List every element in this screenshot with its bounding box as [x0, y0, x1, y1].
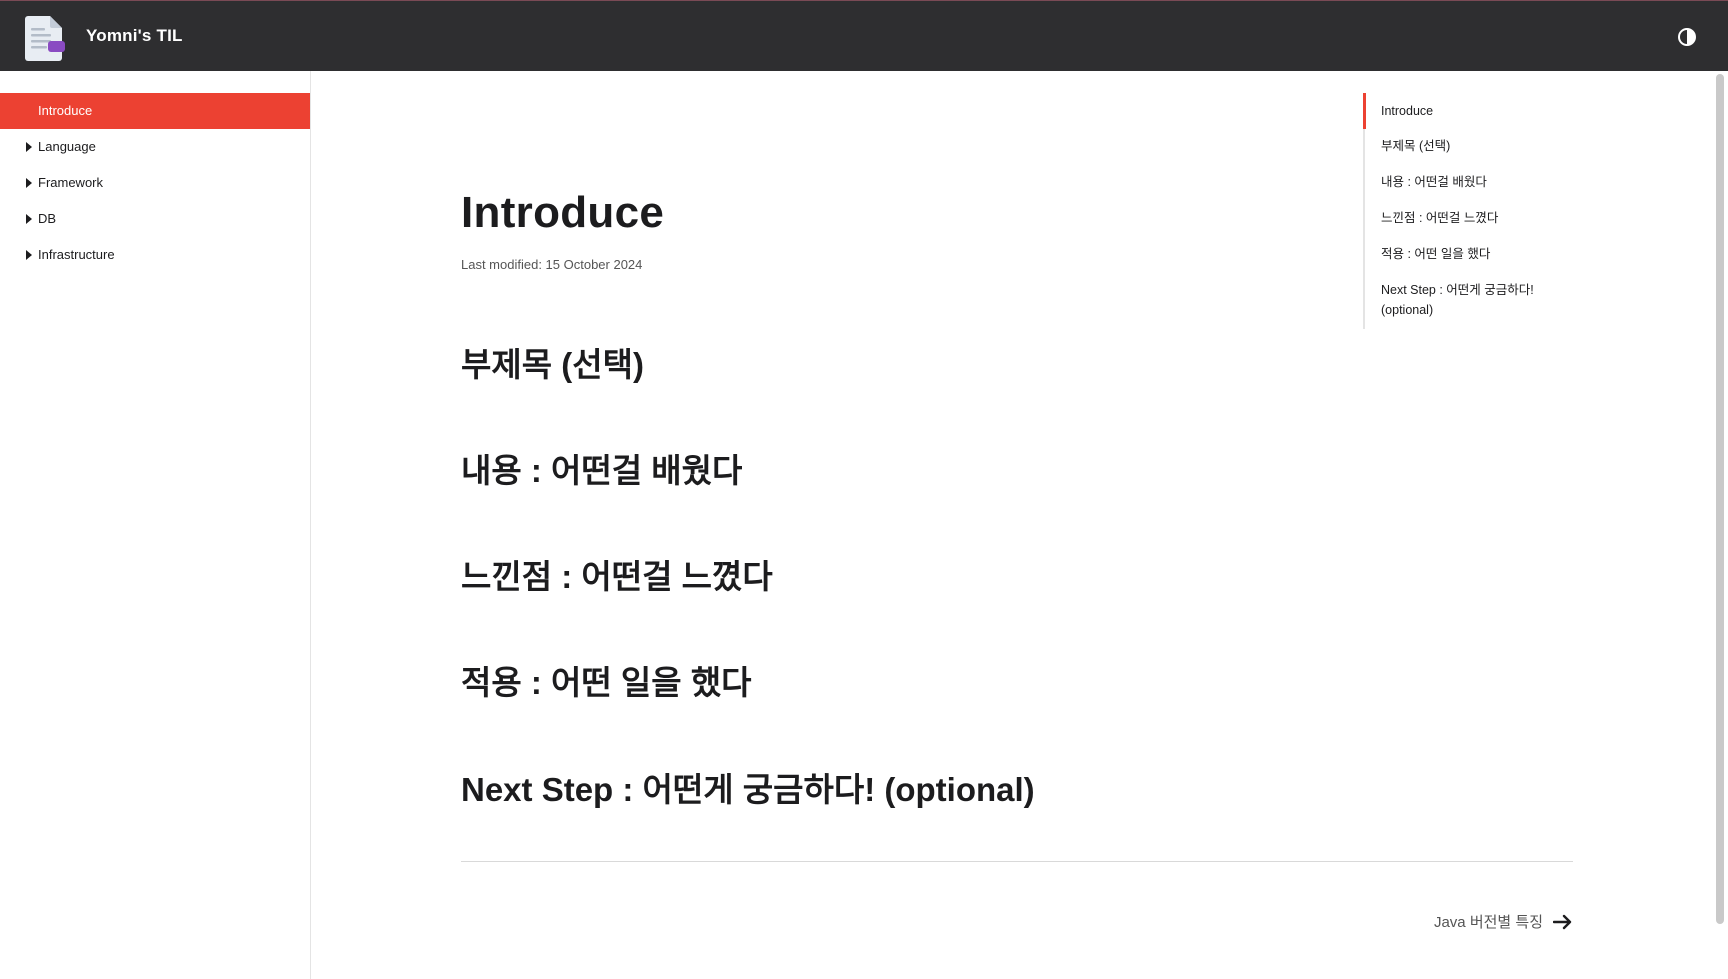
section-heading: 적용 : 어떤 일을 했다 [461, 664, 752, 701]
arrow-right-icon [1553, 914, 1572, 929]
section-heading: 내용 : 어떤걸 배웠다 [461, 452, 743, 489]
caret-right-icon [26, 142, 32, 152]
sidebar-item-label: Introduce [38, 103, 93, 118]
sidebar-item-infrastructure[interactable]: Infrastructure [0, 237, 310, 273]
toc-item[interactable]: Introduce [1381, 101, 1565, 121]
sidebar: Introduce Language Framework DB Infrastr… [0, 71, 311, 979]
page-title: Introduce [461, 188, 665, 237]
contrast-icon[interactable] [1676, 26, 1698, 48]
last-modified: Last modified: 15 October 2024 [461, 257, 643, 272]
caret-right-icon [26, 214, 32, 224]
toc-item[interactable]: Next Step : 어떤게 궁금하다! (optional) [1381, 280, 1565, 320]
toc-item[interactable]: 적용 : 어떤 일을 했다 [1381, 244, 1565, 264]
toc-item[interactable]: 부제목 (선택) [1381, 136, 1565, 156]
toc-active-indicator [1363, 93, 1366, 129]
section-heading: 느낀점 : 어떤걸 느꼈다 [461, 558, 773, 595]
sidebar-item-db[interactable]: DB [0, 201, 310, 237]
sidebar-item-label: DB [38, 211, 57, 226]
next-page-label: Java 버전별 특징 [1433, 914, 1543, 931]
next-page-link[interactable]: Java 버전별 특징 [1434, 911, 1573, 932]
caret-right-icon [26, 250, 32, 260]
table-of-contents: Introduce 부제목 (선택) 내용 : 어떤걸 배웠다 느낀점 : 어떤… [1363, 93, 1563, 329]
top-bar: Yomni's TIL [0, 0, 1728, 71]
document-icon[interactable] [22, 12, 72, 62]
sidebar-item-introduce[interactable]: Introduce [0, 93, 310, 129]
toc-item[interactable]: 느낀점 : 어떤걸 느꼈다 [1381, 208, 1565, 228]
section-heading: Next Step : 어떤게 궁금하다! (optional) [461, 771, 1035, 808]
caret-right-icon [26, 178, 32, 188]
scrollbar[interactable] [1716, 74, 1724, 924]
divider [461, 861, 1573, 862]
site-title[interactable]: Yomni's TIL [86, 26, 183, 46]
sidebar-item-label: Language [38, 139, 96, 154]
sidebar-item-language[interactable]: Language [0, 129, 310, 165]
sidebar-item-label: Framework [38, 175, 104, 190]
toc-item[interactable]: 내용 : 어떤걸 배웠다 [1381, 172, 1565, 192]
section-heading: 부제목 (선택) [461, 346, 644, 383]
sidebar-item-framework[interactable]: Framework [0, 165, 310, 201]
sidebar-item-label: Infrastructure [38, 247, 115, 262]
